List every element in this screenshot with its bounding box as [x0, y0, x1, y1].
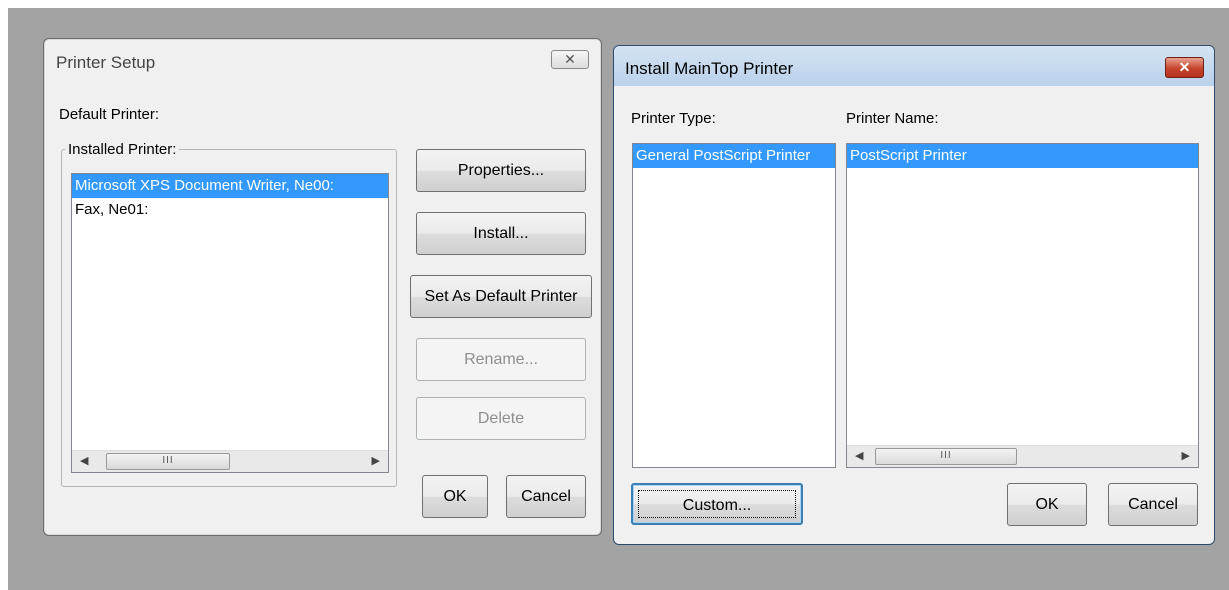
- list-item[interactable]: Fax, Ne01:: [72, 198, 388, 222]
- ok-button[interactable]: OK: [422, 475, 488, 518]
- ok-button[interactable]: OK: [1007, 483, 1087, 526]
- dialog-title: Printer Setup: [56, 53, 156, 72]
- printer-type-label: Printer Type:: [631, 110, 716, 127]
- delete-button[interactable]: Delete: [416, 397, 586, 440]
- properties-button[interactable]: Properties...: [416, 149, 586, 192]
- default-printer-label: Default Printer:: [59, 106, 160, 123]
- dialog-title: Install MainTop Printer: [625, 59, 794, 78]
- scrollbar-thumb[interactable]: III: [875, 448, 1017, 465]
- scroll-left-icon[interactable]: ◀: [855, 449, 863, 462]
- custom-button[interactable]: Custom...: [631, 483, 803, 525]
- printer-name-list[interactable]: PostScript Printer ◀ III ▶: [846, 143, 1199, 468]
- background-strip-top: [0, 0, 1229, 8]
- list-item[interactable]: Microsoft XPS Document Writer, Ne00:: [72, 174, 388, 198]
- close-button[interactable]: ✕: [551, 50, 589, 69]
- install-maintop-printer-dialog: Install MainTop Printer ✕ Printer Type: …: [613, 45, 1215, 545]
- focus-rectangle: [638, 490, 796, 518]
- installed-printer-label: Installed Printer:: [65, 141, 180, 158]
- set-default-printer-button[interactable]: Set As Default Printer: [410, 275, 592, 318]
- printer-name-label: Printer Name:: [846, 110, 939, 127]
- scroll-left-icon[interactable]: ◀: [80, 454, 88, 467]
- scroll-right-icon[interactable]: ▶: [1182, 449, 1190, 462]
- rename-button[interactable]: Rename...: [416, 338, 586, 381]
- close-button[interactable]: ✕: [1165, 57, 1204, 78]
- installed-printer-list[interactable]: Microsoft XPS Document Writer, Ne00: Fax…: [71, 173, 389, 473]
- printer-type-list[interactable]: General PostScript Printer: [632, 143, 836, 468]
- cancel-button[interactable]: Cancel: [506, 475, 586, 518]
- install-button[interactable]: Install...: [416, 212, 586, 255]
- list-item[interactable]: PostScript Printer: [847, 144, 1198, 168]
- cancel-button[interactable]: Cancel: [1108, 483, 1198, 526]
- horizontal-scrollbar[interactable]: ◀ III ▶: [72, 450, 388, 472]
- horizontal-scrollbar[interactable]: ◀ III ▶: [847, 445, 1198, 467]
- printer-setup-dialog: Printer Setup ✕ Default Printer: Install…: [43, 38, 602, 536]
- scrollbar-thumb[interactable]: III: [106, 453, 230, 470]
- scroll-right-icon[interactable]: ▶: [372, 454, 380, 467]
- close-icon: ✕: [564, 51, 576, 67]
- close-icon: ✕: [1178, 59, 1191, 75]
- list-item[interactable]: General PostScript Printer: [633, 144, 835, 168]
- background-strip-left: [0, 0, 8, 590]
